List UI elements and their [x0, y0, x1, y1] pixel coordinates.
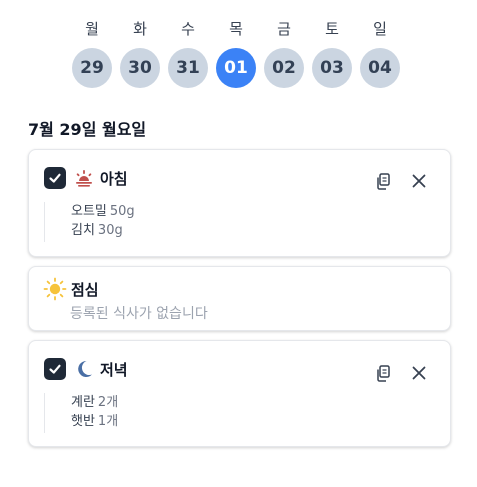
date-button[interactable]: 29: [72, 48, 112, 88]
date-button-selected[interactable]: 01: [216, 48, 256, 88]
selected-day-title: 7월 29일 월요일: [28, 120, 147, 139]
sun-icon: [43, 277, 67, 301]
check-icon: [49, 364, 61, 374]
copy-icon[interactable]: [374, 364, 392, 382]
date-row: 29 30 31 01 02 03 04: [72, 48, 408, 88]
meal-checkbox[interactable]: [44, 167, 66, 189]
moon-icon: [74, 359, 94, 379]
meal-card-dinner: 저녁 계란 2개 햇반 1개: [28, 340, 451, 447]
meal-actions: [374, 364, 428, 382]
meal-item-list: 계란 2개 햇반 1개: [44, 393, 118, 433]
meal-item-name: 계란: [71, 395, 95, 410]
meal-card-header: 점심: [43, 277, 99, 301]
meal-card-header: 저녁: [44, 358, 128, 380]
weekday-label: 일: [373, 20, 387, 38]
close-icon[interactable]: [410, 172, 428, 190]
date-button[interactable]: 31: [168, 48, 208, 88]
date-button[interactable]: 03: [312, 48, 352, 88]
meal-item-name: 김치: [71, 223, 95, 238]
meal-item-amount: 1개: [97, 414, 119, 429]
weekday-label: 금: [277, 20, 291, 38]
weekday-label: 화: [133, 20, 147, 38]
meal-item-amount: 50g: [109, 204, 135, 219]
check-icon: [49, 173, 61, 183]
meal-item-name: 햇반: [71, 414, 95, 429]
weekday-label: 수: [181, 20, 195, 38]
meal-item-list: 오트밀 50g 김치 30g: [44, 202, 135, 242]
meal-item: 계란 2개: [71, 393, 118, 412]
close-icon[interactable]: [410, 364, 428, 382]
date-button[interactable]: 30: [120, 48, 160, 88]
weekday-label: 토: [325, 20, 339, 38]
meal-item-name: 오트밀: [71, 204, 107, 219]
meal-title: 저녁: [100, 360, 128, 379]
meal-title: 아침: [100, 169, 128, 188]
copy-icon[interactable]: [374, 172, 392, 190]
meal-title: 점심: [71, 280, 99, 299]
meal-item-amount: 2개: [97, 395, 119, 410]
meal-actions: [374, 172, 428, 190]
weekday-header-row: 월 화 수 목 금 토 일: [72, 18, 408, 40]
empty-state-text: 등록된 식사가 없습니다: [70, 306, 208, 322]
sunrise-icon: [74, 168, 94, 188]
date-button[interactable]: 02: [264, 48, 304, 88]
weekday-label: 월: [85, 20, 99, 38]
date-button[interactable]: 04: [360, 48, 400, 88]
meal-card-lunch: 점심 등록된 식사가 없습니다: [28, 266, 451, 331]
meal-checkbox[interactable]: [44, 358, 66, 380]
meal-card-header: 아침: [44, 167, 128, 189]
meal-item: 오트밀 50g: [71, 202, 135, 221]
meal-item-amount: 30g: [97, 223, 123, 238]
weekday-label: 목: [229, 20, 243, 38]
meal-card-breakfast: 아침 오트밀 50g 김치 30g: [28, 149, 451, 257]
week-selector: 월 화 수 목 금 토 일 29 30 31 01 02 03 04: [72, 18, 408, 88]
meal-item: 햇반 1개: [71, 412, 118, 431]
meal-item: 김치 30g: [71, 221, 135, 240]
